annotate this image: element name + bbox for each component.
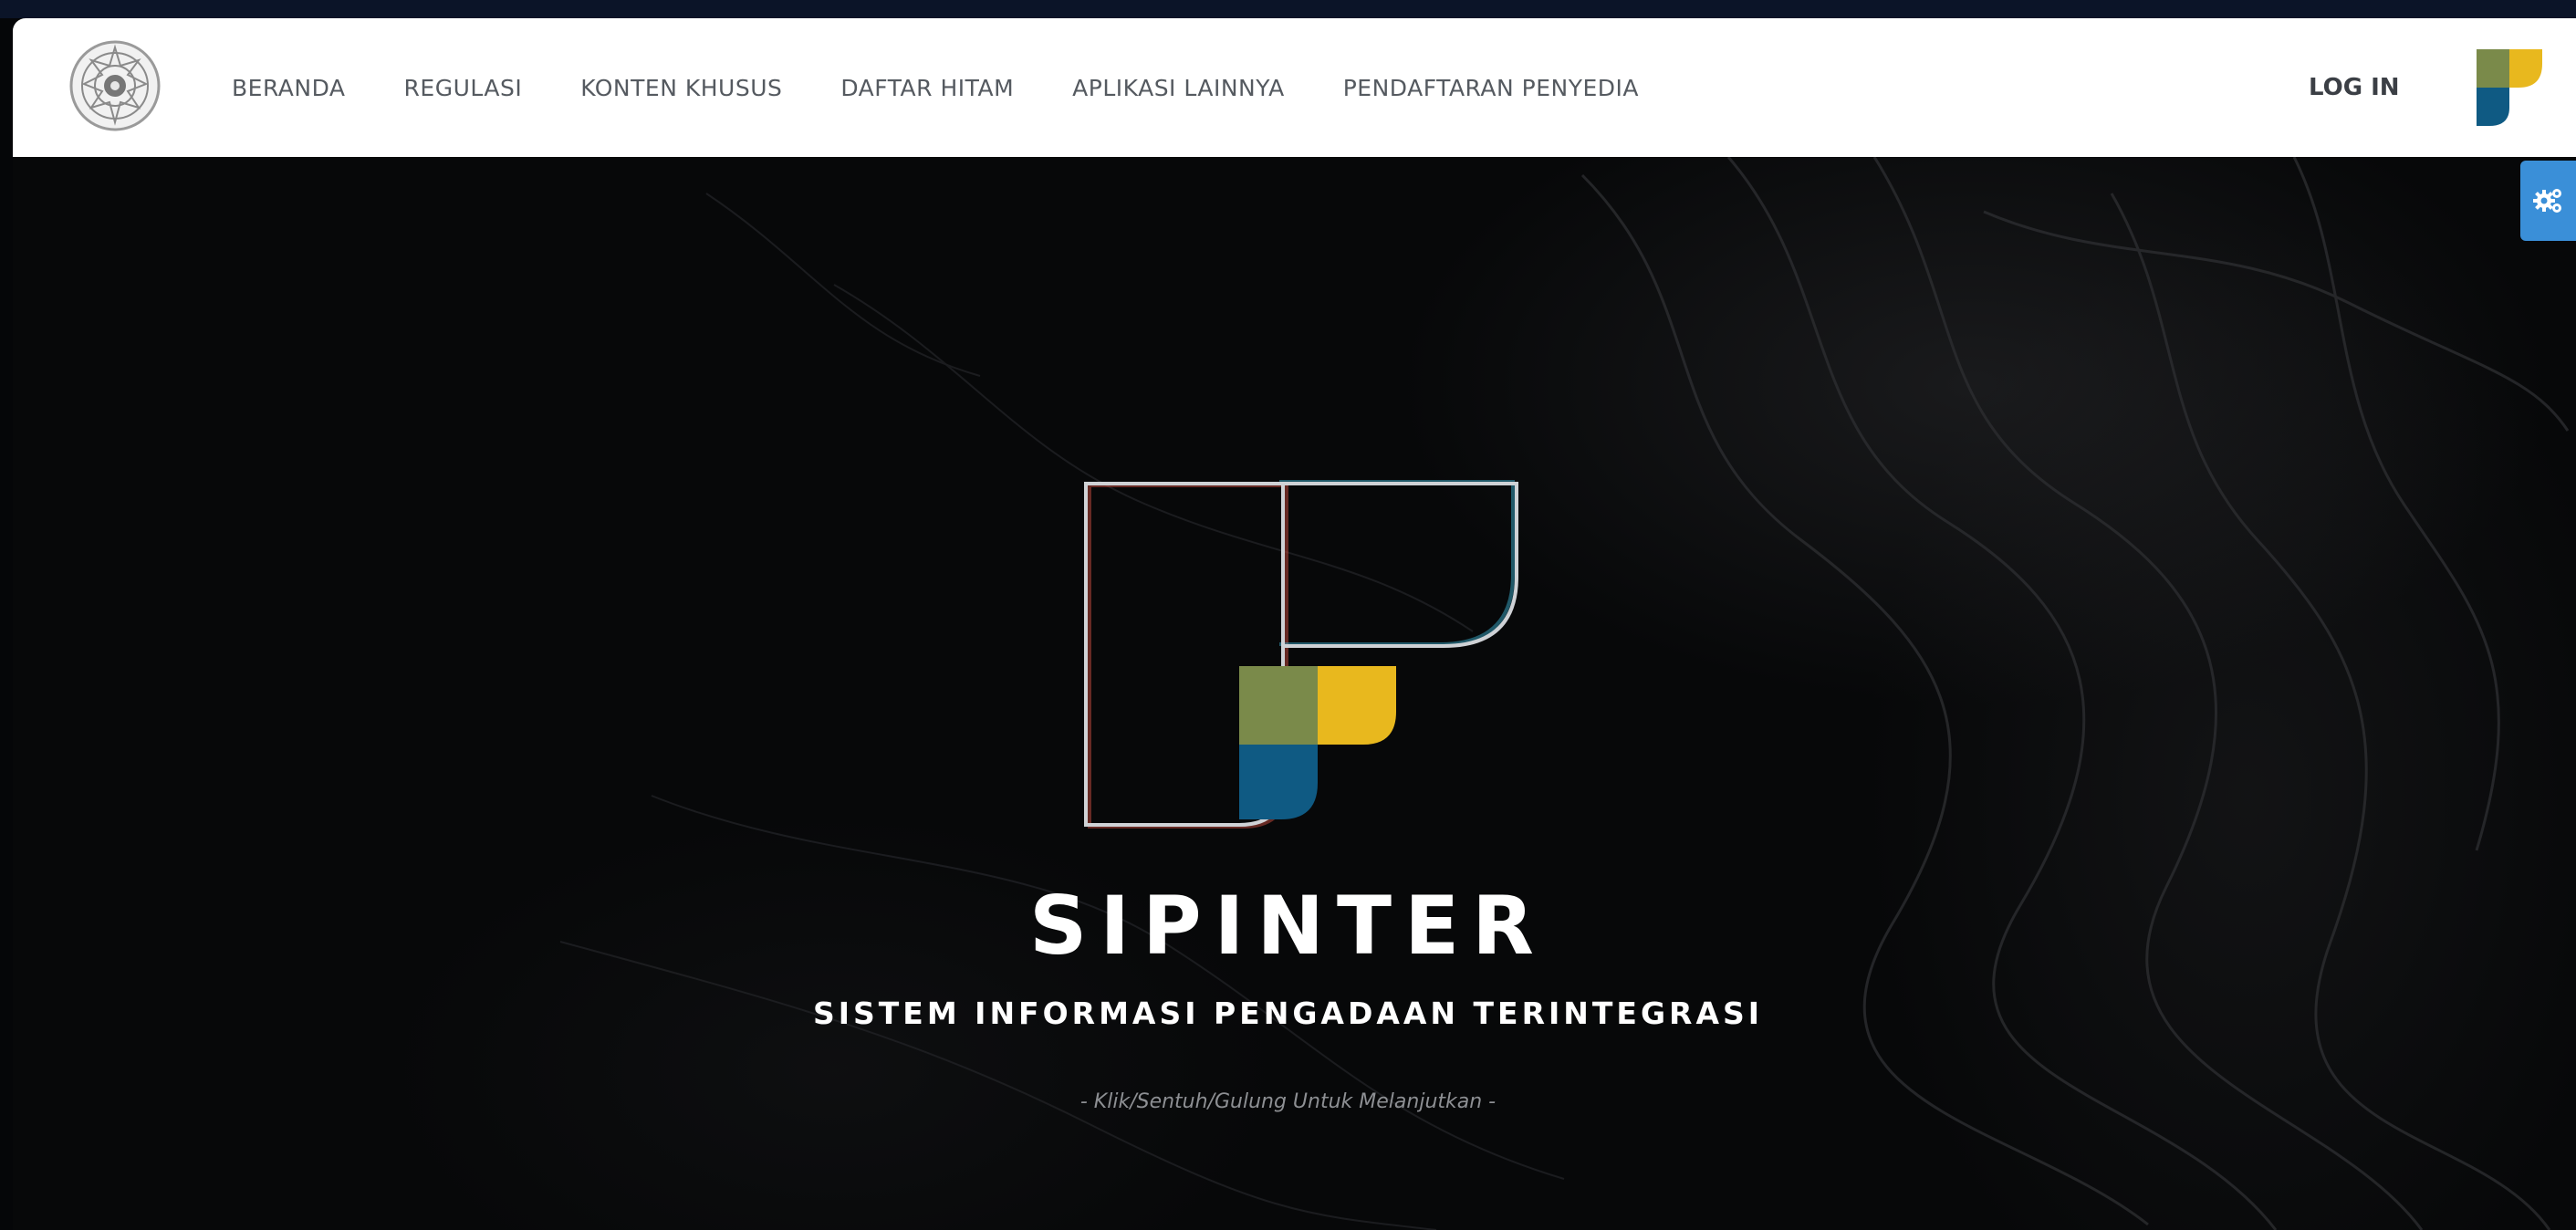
- hero-subtitle: SISTEM INFORMASI PENGADAAN TERINTEGRASI: [812, 995, 1764, 1031]
- settings-button[interactable]: [2520, 161, 2576, 241]
- nav-item-konten-khusus[interactable]: KONTEN KHUSUS: [580, 75, 782, 101]
- institution-seal-icon[interactable]: [64, 35, 166, 137]
- main-menu: BERANDA REGULASI KONTEN KHUSUS DAFTAR HI…: [232, 18, 1697, 157]
- nav-item-pendaftaran-penyedia[interactable]: PENDAFTARAN PENYEDIA: [1343, 75, 1639, 101]
- hero-title: SIPINTER: [1029, 879, 1547, 973]
- sipinter-logo-icon[interactable]: [2477, 49, 2542, 126]
- hero-section[interactable]: [13, 157, 2576, 1230]
- sipinter-hero-logo-icon: [1084, 480, 1518, 829]
- top-navbar: BERANDA REGULASI KONTEN KHUSUS DAFTAR HI…: [13, 18, 2576, 157]
- nav-item-daftar-hitam[interactable]: DAFTAR HITAM: [840, 75, 1014, 101]
- nav-item-regulasi[interactable]: REGULASI: [404, 75, 523, 101]
- nav-item-beranda[interactable]: BERANDA: [232, 75, 346, 101]
- login-button[interactable]: LOG IN: [2309, 18, 2400, 157]
- continue-hint[interactable]: - Klik/Sentuh/Gulung Untuk Melanjutkan -: [0, 1084, 2576, 1121]
- window-top-frame: [0, 0, 2576, 18]
- nav-item-aplikasi-lainnya[interactable]: APLIKASI LAINNYA: [1072, 75, 1285, 101]
- gears-icon: [2532, 189, 2561, 213]
